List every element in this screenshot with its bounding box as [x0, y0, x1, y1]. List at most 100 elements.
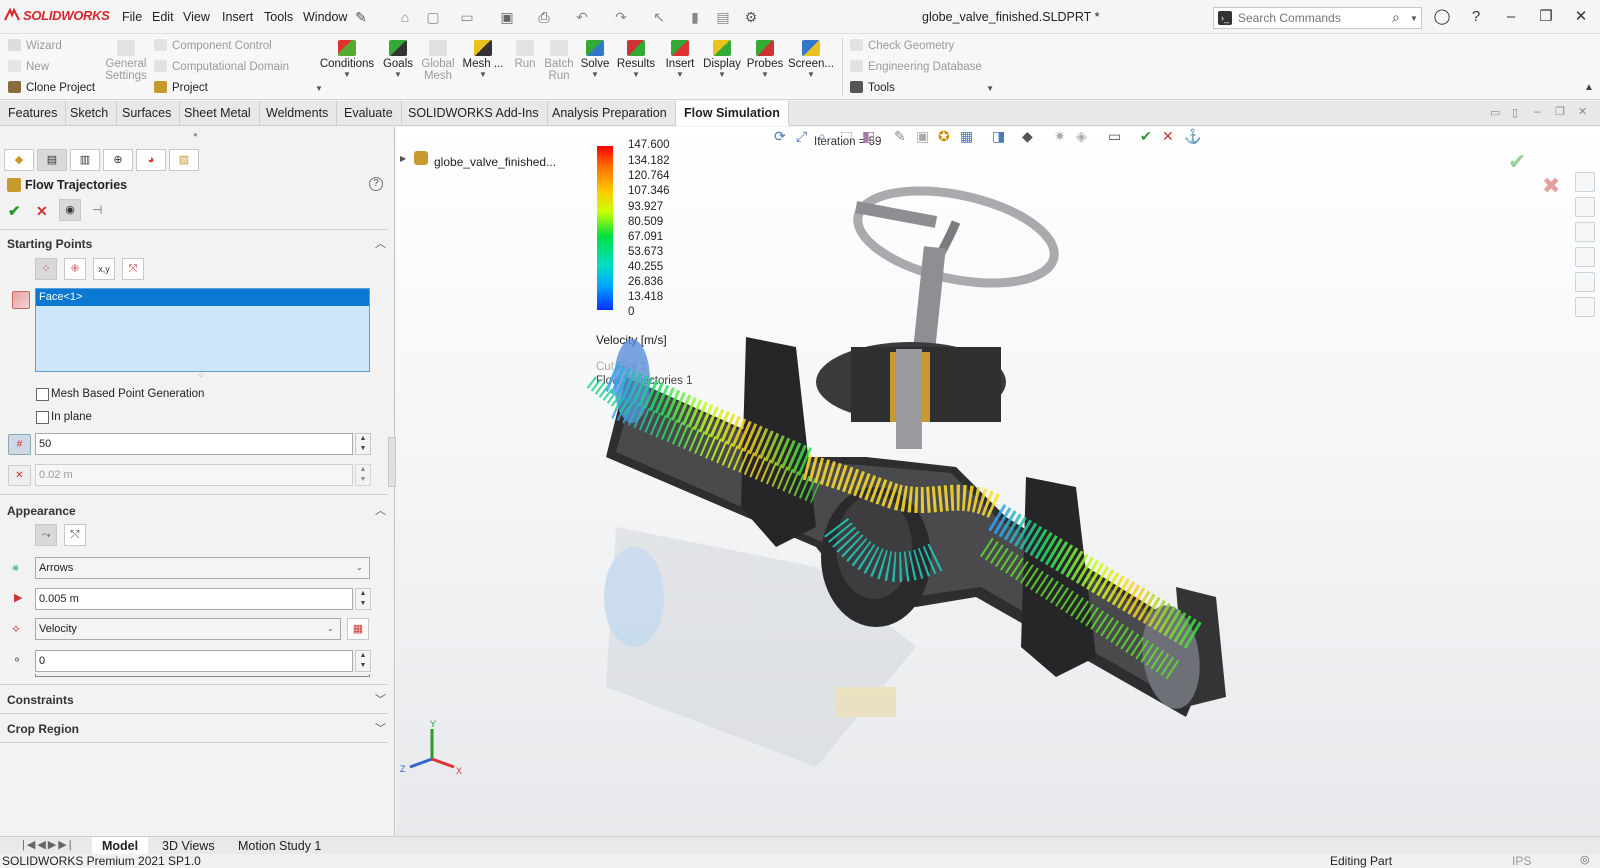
view-palette-icon[interactable]	[1575, 247, 1595, 267]
constraints-header[interactable]: Constraints	[7, 693, 74, 707]
globe-valve-model[interactable]: Y X Z	[396, 127, 1600, 836]
spacing-input[interactable]: 0.02 m	[35, 464, 353, 486]
tab-solidworks-add-ins[interactable]: SOLIDWORKS Add-Ins	[400, 101, 548, 126]
tools-dropdown-icon[interactable]: ▼	[986, 84, 994, 93]
redo-icon[interactable]: ↷	[612, 8, 630, 26]
file-explorer-icon[interactable]	[1575, 222, 1595, 242]
home-resources-icon[interactable]	[1575, 172, 1595, 192]
expand-chevron-down-icon[interactable]: ﹀	[375, 691, 386, 707]
solidworks-logo[interactable]: SOLIDWORKS	[4, 8, 110, 23]
restore-icon[interactable]: ❐	[1532, 6, 1560, 28]
dimxpert-tab-icon[interactable]: ⊕	[103, 149, 133, 171]
face-selection-list[interactable]: Face<1>	[35, 288, 370, 372]
menu-tools[interactable]: Tools	[264, 10, 293, 24]
tab-3d-views[interactable]: 3D Views	[152, 837, 225, 855]
draw-trajectories-icon[interactable]: ⤳	[35, 524, 57, 546]
clone-project-button[interactable]: Clone Project	[8, 81, 95, 94]
goals-dropdown-icon[interactable]: ▼	[380, 70, 416, 79]
list-resize-grip-icon[interactable]: ○	[199, 372, 203, 379]
color-settings-icon[interactable]: ▦	[347, 618, 369, 640]
rebuild-icon[interactable]: ▮	[686, 8, 704, 26]
appearances-icon[interactable]	[1575, 272, 1595, 292]
collapse-chevron-up-icon[interactable]: ︿	[375, 235, 386, 251]
confirm-check-icon[interactable]: ✔	[1508, 149, 1526, 175]
status-units[interactable]: IPS	[1512, 854, 1531, 868]
size-spinner[interactable]: ▲ ▼	[355, 588, 371, 610]
color-by-select[interactable]: Velocity ⌄	[35, 618, 341, 640]
menu-view[interactable]: View	[183, 10, 210, 24]
value-slider[interactable]	[35, 674, 370, 677]
custom-properties-icon[interactable]	[1575, 297, 1595, 317]
starting-points-header[interactable]: Starting Points	[7, 237, 92, 251]
pin-icon[interactable]: ✎	[352, 8, 370, 26]
solve-button[interactable]: Solve ▼	[578, 40, 612, 79]
collapse-chevron-up-icon[interactable]: ︿	[375, 502, 386, 518]
tab-model[interactable]: Model	[92, 837, 149, 855]
menu-file[interactable]: File	[122, 10, 142, 24]
tools-button[interactable]: Tools ▼	[850, 81, 994, 94]
insert-dropdown-icon[interactable]: ▼	[662, 70, 698, 79]
project-button[interactable]: Project ▼	[154, 81, 323, 94]
new-project-button[interactable]: New	[8, 60, 49, 73]
feature-manager-tab-icon[interactable]: ◆	[4, 149, 34, 171]
solve-dropdown-icon[interactable]: ▼	[578, 70, 612, 79]
component-control-button[interactable]: Component Control	[154, 39, 272, 52]
conditions-dropdown-icon[interactable]: ▼	[318, 70, 376, 79]
project-dropdown-icon[interactable]: ▼	[315, 84, 323, 93]
global-mesh-button[interactable]: Global Mesh	[420, 40, 456, 82]
confirm-cancel-icon[interactable]: ✖	[1542, 173, 1560, 199]
coordinates-xyz-icon[interactable]: x,y	[93, 258, 115, 280]
screen-dropdown-icon[interactable]: ▼	[788, 70, 834, 79]
mesh-based-checkbox[interactable]	[36, 388, 49, 401]
pane-split-icon[interactable]: ▯	[1512, 106, 1518, 119]
offset-spinner[interactable]: ▲ ▼	[355, 650, 371, 672]
tab-sketch[interactable]: Sketch	[62, 101, 118, 126]
in-plane-checkbox[interactable]	[36, 411, 49, 424]
pane-splitter-handle[interactable]	[388, 437, 396, 487]
select-icon[interactable]: ↖	[650, 8, 668, 26]
doc-minimize-icon[interactable]: –	[1534, 104, 1541, 118]
close-icon[interactable]: ✕	[1567, 6, 1595, 28]
draw-points-icon[interactable]: ⤲	[64, 524, 86, 546]
tab-evaluate[interactable]: Evaluate	[336, 101, 402, 126]
display-manager-tab-icon[interactable]: ◕	[136, 149, 166, 171]
general-settings-button[interactable]: General Settings	[104, 40, 148, 82]
mesh-dropdown-icon[interactable]: ▼	[461, 70, 505, 79]
pushpin-icon[interactable]: ⊣	[92, 203, 102, 217]
display-dropdown-icon[interactable]: ▼	[700, 70, 744, 79]
number-of-points-input[interactable]: 50	[35, 433, 353, 455]
appearance-header[interactable]: Appearance	[7, 504, 76, 518]
computational-domain-button[interactable]: Computational Domain	[154, 60, 289, 73]
size-input[interactable]: 0.005 m	[35, 588, 353, 610]
options-gear-icon[interactable]: ⚙	[742, 8, 760, 26]
tab-features[interactable]: Features	[0, 101, 67, 126]
tab-flow-simulation[interactable]: Flow Simulation	[676, 101, 789, 126]
minimize-icon[interactable]: –	[1497, 6, 1525, 28]
search-icon[interactable]: ⌕	[1392, 9, 1400, 26]
undo-icon[interactable]: ↶	[573, 8, 591, 26]
spacing-spinner[interactable]: ▲ ▼	[355, 464, 371, 486]
style-select[interactable]: Arrows ⌄	[35, 557, 370, 579]
design-library-icon[interactable]	[1575, 197, 1595, 217]
offset-input[interactable]: 0	[35, 650, 353, 672]
conditions-button[interactable]: Conditions ▼	[318, 40, 376, 79]
probes-button[interactable]: Probes ▼	[746, 40, 784, 79]
expand-chevron-down-icon[interactable]: ﹀	[375, 720, 386, 736]
batch-run-button[interactable]: Batch Run	[544, 40, 574, 82]
selected-face-item[interactable]: Face<1>	[36, 289, 369, 306]
engineering-database-button[interactable]: Engineering Database	[850, 60, 982, 73]
print-icon[interactable]: ⎙	[535, 8, 553, 26]
property-manager-tab-icon[interactable]: ▤	[37, 149, 67, 171]
pattern-points-icon[interactable]: ⁘	[35, 258, 57, 280]
run-button[interactable]: Run	[514, 40, 536, 70]
menu-window[interactable]: Window	[303, 10, 347, 24]
help-question-icon[interactable]: ?	[369, 177, 383, 191]
new-document-icon[interactable]: ▢	[424, 8, 442, 26]
save-icon[interactable]: ▣	[498, 8, 516, 26]
results-dropdown-icon[interactable]: ▼	[616, 70, 656, 79]
tab-analysis-preparation[interactable]: Analysis Preparation	[544, 101, 676, 126]
open-icon[interactable]: ▭	[458, 8, 476, 26]
tab-surfaces[interactable]: Surfaces	[114, 101, 181, 126]
file-properties-icon[interactable]: ▤	[714, 8, 732, 26]
collapse-ribbon-icon[interactable]: ▲	[1584, 82, 1594, 93]
